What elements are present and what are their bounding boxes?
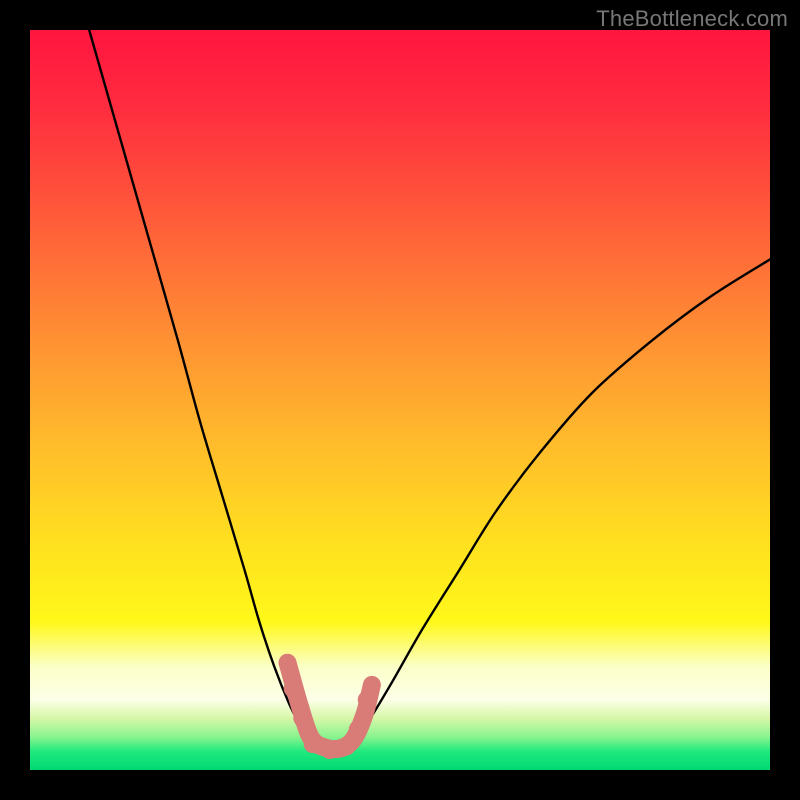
data-marker	[321, 741, 339, 759]
data-marker	[358, 691, 376, 709]
data-marker	[293, 709, 311, 727]
data-marker	[284, 680, 302, 698]
plot-area	[30, 30, 770, 770]
data-marker	[338, 737, 356, 755]
data-marker	[349, 720, 367, 738]
curve-right	[355, 259, 770, 742]
outer-frame: TheBottleneck.com	[0, 0, 800, 800]
chart-svg	[30, 30, 770, 770]
curve-left	[89, 30, 355, 752]
watermark-text: TheBottleneck.com	[596, 6, 788, 32]
data-marker	[304, 735, 322, 753]
